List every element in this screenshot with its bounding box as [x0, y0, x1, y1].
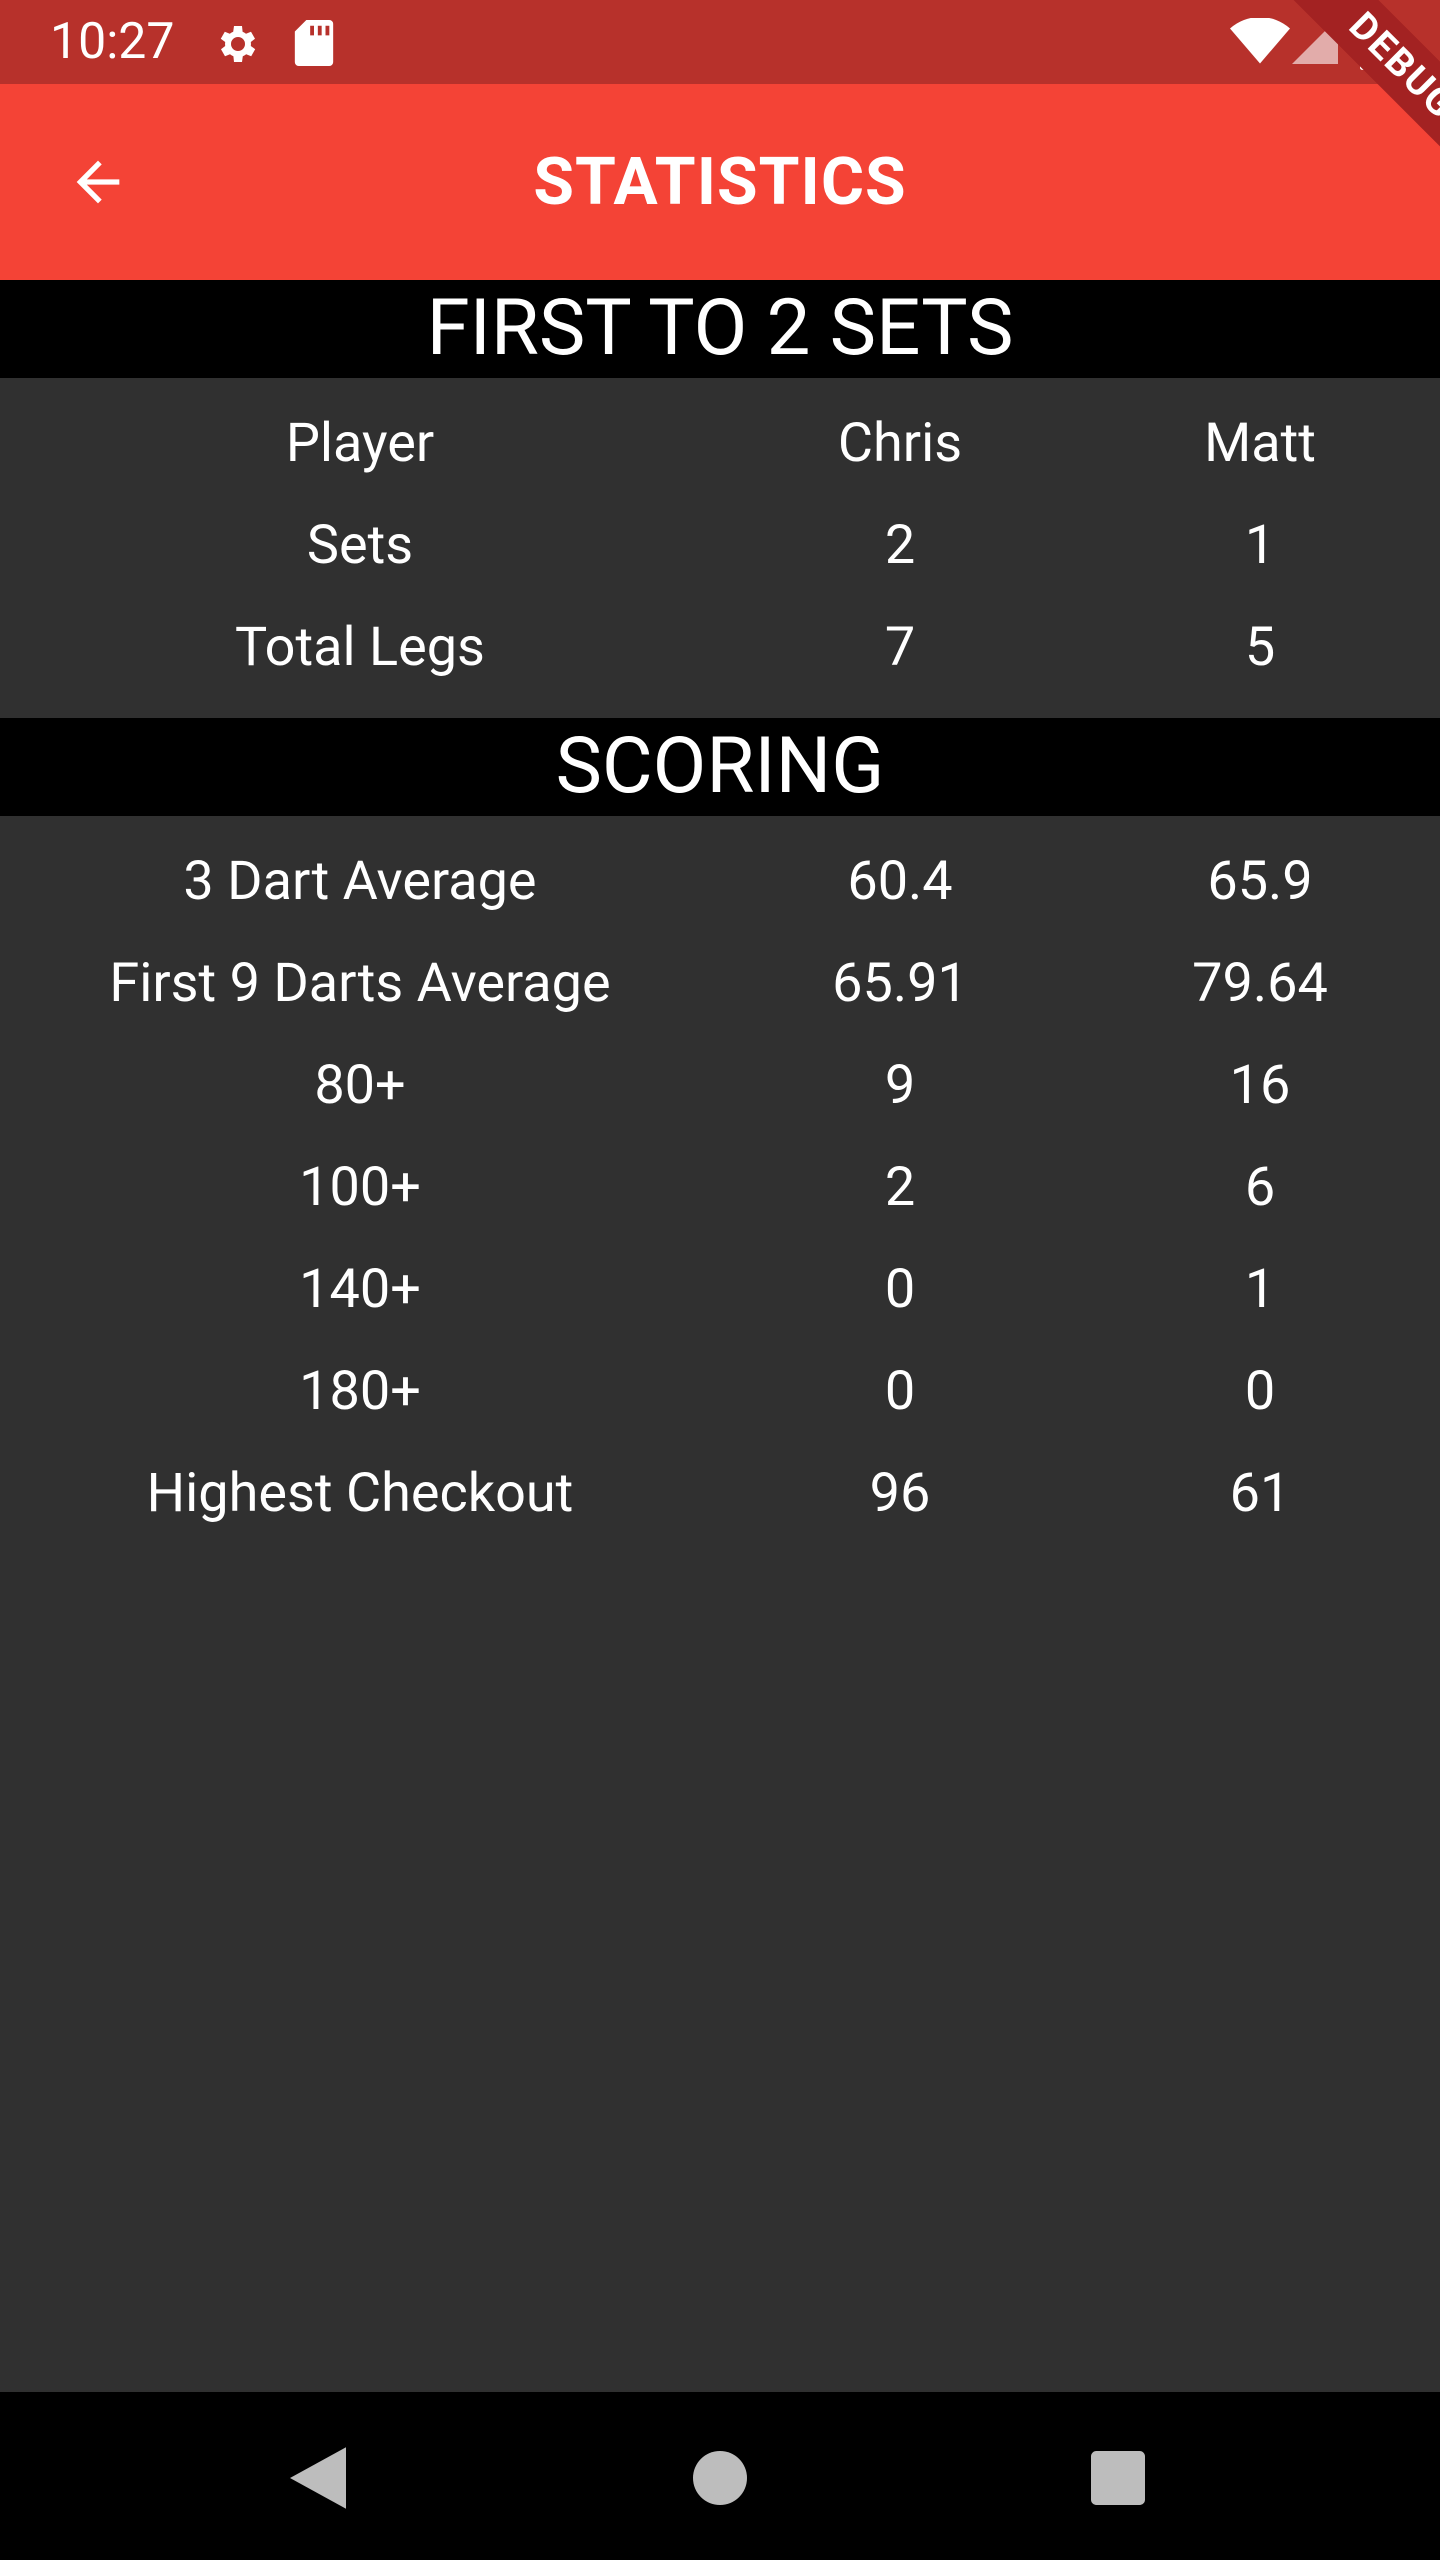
stat-label: Highest Checkout [146, 1461, 574, 1525]
table-row: 3 Dart Average 60.4 65.9 [0, 830, 1440, 932]
stat-label: Player [285, 411, 435, 475]
match-format-header: FIRST TO 2 SETS [0, 280, 1440, 378]
nav-back-icon [290, 2447, 346, 2509]
wifi-icon [1230, 18, 1290, 64]
player2-value: 65.9 [1207, 849, 1313, 913]
player2-value: 6 [1244, 1155, 1276, 1219]
player2-value: 16 [1229, 1053, 1291, 1117]
player1-value: Chris [837, 411, 963, 475]
page-title: STATISTICS [533, 143, 907, 221]
scoring-stats-table: 3 Dart Average 60.4 65.9 First 9 Darts A… [0, 830, 1440, 1544]
stat-label: First 9 Darts Average [109, 951, 611, 1015]
table-row: 80+ 9 16 [0, 1034, 1440, 1136]
app-bar: STATISTICS [0, 84, 1440, 280]
player2-value: Matt [1204, 411, 1316, 475]
stat-label: 140+ [299, 1257, 421, 1321]
nav-recents-icon [1091, 2451, 1145, 2505]
table-row: 180+ 0 0 [0, 1340, 1440, 1442]
player2-value: 0 [1244, 1359, 1276, 1423]
nav-back-button[interactable] [286, 2446, 350, 2510]
scoring-header: SCORING [0, 718, 1440, 816]
player1-value: 9 [884, 1053, 916, 1117]
status-time: 10:27 [50, 13, 175, 71]
nav-home-icon [693, 2451, 747, 2505]
player1-value: 0 [884, 1257, 916, 1321]
table-row: Total Legs 7 5 [0, 596, 1440, 698]
match-stats-table: Player Chris Matt Sets 2 1 Total Legs 7 … [0, 392, 1440, 698]
player1-value: 2 [884, 513, 916, 577]
player2-value: 1 [1244, 513, 1276, 577]
stat-label: 180+ [299, 1359, 421, 1423]
stat-label: 3 Dart Average [183, 849, 537, 913]
battery-icon [1360, 14, 1390, 70]
player1-value: 2 [884, 1155, 916, 1219]
player2-value: 5 [1244, 615, 1276, 679]
stat-label: Sets [306, 513, 414, 577]
player1-value: 7 [884, 615, 916, 679]
nav-home-button[interactable] [688, 2446, 752, 2510]
table-row: Sets 2 1 [0, 494, 1440, 596]
player2-value: 1 [1244, 1257, 1276, 1321]
stat-label: 100+ [299, 1155, 421, 1219]
stat-label: 80+ [314, 1053, 406, 1117]
table-row: 100+ 2 6 [0, 1136, 1440, 1238]
player1-value: 96 [869, 1461, 931, 1525]
stat-label: Total Legs [235, 615, 485, 679]
settings-gear-icon [220, 26, 256, 62]
table-row: First 9 Darts Average 65.91 79.64 [0, 932, 1440, 1034]
cell-signal-icon [1292, 18, 1338, 64]
status-bar: 10:27 [0, 0, 1440, 84]
table-row: Player Chris Matt [0, 392, 1440, 494]
player1-value: 60.4 [847, 849, 953, 913]
table-row: Highest Checkout 96 61 [0, 1442, 1440, 1544]
nav-recents-button[interactable] [1086, 2446, 1150, 2510]
system-nav-bar [0, 2392, 1440, 2560]
player2-value: 79.64 [1192, 951, 1328, 1015]
player2-value: 61 [1229, 1461, 1291, 1525]
table-row: 140+ 0 1 [0, 1238, 1440, 1340]
sd-card-icon [294, 20, 334, 66]
player1-value: 0 [884, 1359, 916, 1423]
player1-value: 65.91 [832, 951, 968, 1015]
